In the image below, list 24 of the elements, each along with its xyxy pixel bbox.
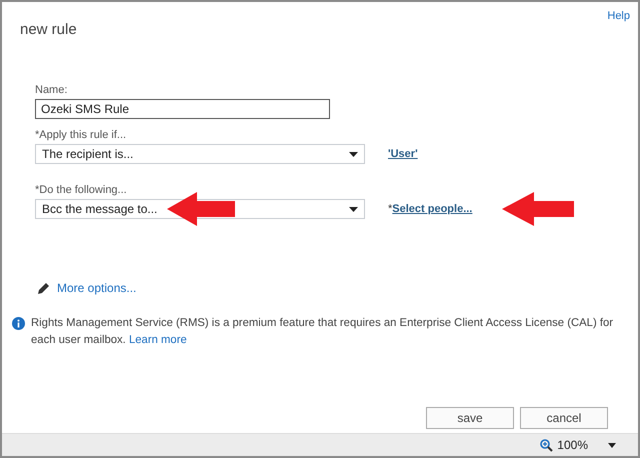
name-label: Name: — [35, 84, 68, 96]
caret-icon — [349, 152, 358, 156]
caret-icon[interactable] — [608, 442, 616, 448]
rule-label: *Apply this rule if... — [35, 129, 128, 141]
pencil-icon — [37, 281, 51, 295]
window-title: new rule — [20, 21, 77, 38]
name-field[interactable]: Ozeki SMS Rule — [35, 99, 330, 119]
value-link[interactable]: 'User' — [388, 148, 418, 160]
help-link[interactable]: Help — [607, 10, 630, 38]
rms-notice: Rights Management Service (RMS) is a premium feature that requires an Enterprise Client Access License (CAL) for each user mailbox. Learn more — [31, 316, 614, 348]
condition-dropdown[interactable]: Bcc the message to... — [35, 199, 365, 219]
zoom-icon — [540, 438, 554, 452]
arrow-annotation — [502, 192, 574, 226]
cancel-button[interactable]: cancel — [520, 407, 608, 429]
save-button[interactable]: save — [426, 407, 514, 429]
caret-icon — [349, 206, 358, 212]
rule-label: *Do the following... — [35, 184, 128, 196]
zoom-level[interactable]: 100% — [557, 438, 588, 452]
more-options-link[interactable]: More options... — [57, 281, 136, 295]
info-icon — [12, 317, 25, 330]
value-link[interactable]: *Select people... — [388, 203, 472, 215]
learn-more-link[interactable]: Learn more — [128, 334, 187, 346]
arrow-annotation — [167, 192, 235, 226]
condition-dropdown[interactable]: The recipient is... — [35, 144, 365, 164]
